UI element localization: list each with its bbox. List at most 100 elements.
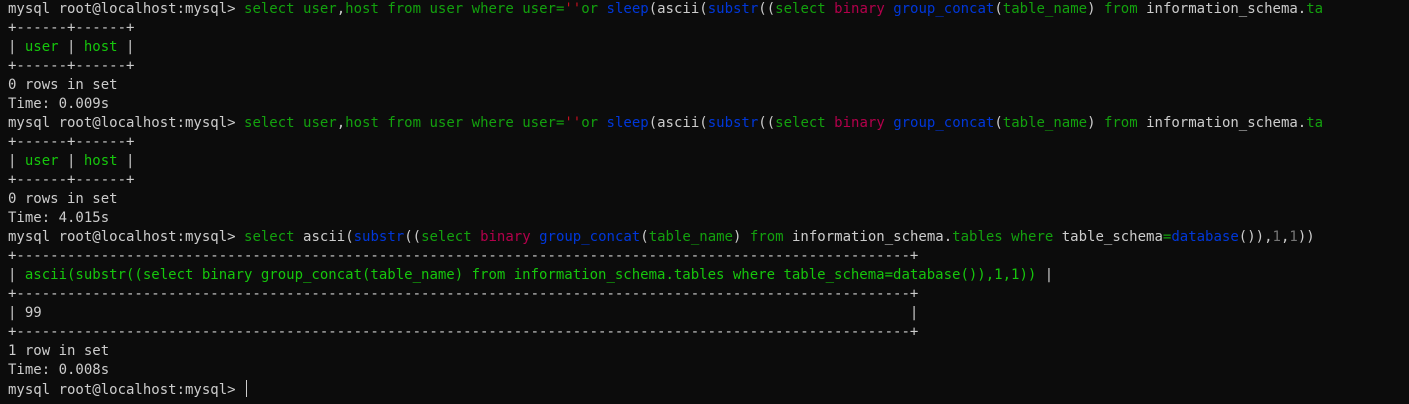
query-token: ascii [657,115,700,131]
query-token: ( [640,229,649,245]
prompt: mysql root@localhost:mysql> [8,229,245,245]
command-line-1: mysql root@localhost:mysql> select user,… [8,0,1409,19]
query-token: table_name [1002,115,1088,131]
query-token: )) [1297,229,1315,245]
query-token: user [522,1,556,17]
query-token: ) [1087,1,1104,17]
query-token: (( [758,1,776,17]
query-token: binary [834,115,894,131]
table-header-row: | user | host | [8,153,135,169]
query-text: select user,host from user where user=''… [244,115,1323,131]
query-token: substr [707,1,759,17]
query-time: Time: 0.008s [8,362,110,378]
column-header-host: host [83,39,118,55]
query-token: select [775,1,835,17]
query-token: or [581,115,607,131]
query-token: host [345,1,388,17]
command-line-3: mysql root@localhost:mysql> select ascii… [8,228,1409,247]
query-token: , [336,1,346,17]
query-token: select [244,229,304,245]
query-token: (( [758,115,776,131]
prompt: mysql root@localhost:mysql> [8,382,245,398]
query-token: , [336,115,346,131]
query-token: tables [952,229,1012,245]
query-time: Time: 0.009s [8,96,110,112]
query-token: information_schema. [1146,115,1307,131]
query-token: group_concat [893,115,995,131]
query-token: from [387,115,430,131]
query-token: ) [732,229,750,245]
query-token: table_schema [1061,229,1163,245]
query-token: select [775,115,835,131]
query-token: '' [564,1,582,17]
query-token: from [749,229,792,245]
rows-count: 1 row in set [8,343,110,359]
table-value-row: | 99 | [8,305,919,321]
prompt: mysql root@localhost:mysql> [8,1,245,17]
terminal-window[interactable]: mysql root@localhost:mysql> select user,… [0,0,1409,404]
prompt: mysql root@localhost:mysql> [8,115,245,131]
table-border: +------+------+ [8,58,135,74]
column-header-host: host [83,153,118,169]
query-token: select user [244,1,337,17]
rows-count: 0 rows in set [8,191,118,207]
query-token: from [387,1,430,17]
query-text: select user,host from user where user=''… [244,1,1323,17]
query-token: ascii [303,229,346,245]
table-border: +------+------+ [8,134,135,150]
query-token: sleep [606,1,649,17]
text-cursor [246,380,248,397]
query-token: binary [480,229,540,245]
query-token: ( [699,1,708,17]
column-header-user: user [24,153,59,169]
query-token: ta [1306,115,1324,131]
query-token: where [1011,229,1062,245]
column-header-user: user [24,39,59,55]
query-token: 1 [1289,229,1298,245]
column-header-ascii: ascii(substr((select binary group_concat… [24,267,1037,283]
table-border: +------+------+ [8,172,135,188]
query-token: ) [1087,115,1104,131]
table-header-row: | ascii(substr((select binary group_conc… [8,267,1054,283]
query-token: select user [244,115,337,131]
table-border: +------+------+ [8,20,135,36]
query-token: substr [707,115,759,131]
query-token: table_name [648,229,733,245]
query-token: 1 [1272,229,1281,245]
query-token: ( [648,1,658,17]
query-token: ( [994,115,1003,131]
query-token: ()), [1238,229,1273,245]
query-token: from [1103,115,1147,131]
query-token: user [522,115,556,131]
command-line-2: mysql root@localhost:mysql> select user,… [8,114,1409,133]
query-time: Time: 4.015s [8,210,110,226]
table-header-row: | user | host | [8,39,135,55]
query-token: '' [564,115,582,131]
query-token: group_concat [539,229,641,245]
query-token: user [429,1,472,17]
query-token: from [1103,1,1147,17]
table-border: +---------------------------------------… [8,286,919,302]
query-token: ta [1306,1,1324,17]
query-token: select [421,229,481,245]
query-token: database [1171,229,1239,245]
query-token: (( [404,229,422,245]
query-token: user [429,115,472,131]
query-token: ( [648,115,658,131]
table-border: +---------------------------------------… [8,248,919,264]
table-border: +---------------------------------------… [8,324,919,340]
query-token: ( [699,115,708,131]
query-token: ascii [657,1,700,17]
rows-count: 0 rows in set [8,77,118,93]
query-token: sleep [606,115,649,131]
query-token: information_schema. [1146,1,1307,17]
query-token: table_name [1002,1,1088,17]
query-token: where [471,1,523,17]
query-token: or [581,1,607,17]
active-command-line[interactable]: mysql root@localhost:mysql> [8,380,1409,399]
query-token: binary [834,1,894,17]
query-token: host [345,115,388,131]
query-token: information_schema. [792,229,953,245]
query-text: select ascii(substr((select binary group… [244,229,1315,245]
query-token: ( [994,1,1003,17]
